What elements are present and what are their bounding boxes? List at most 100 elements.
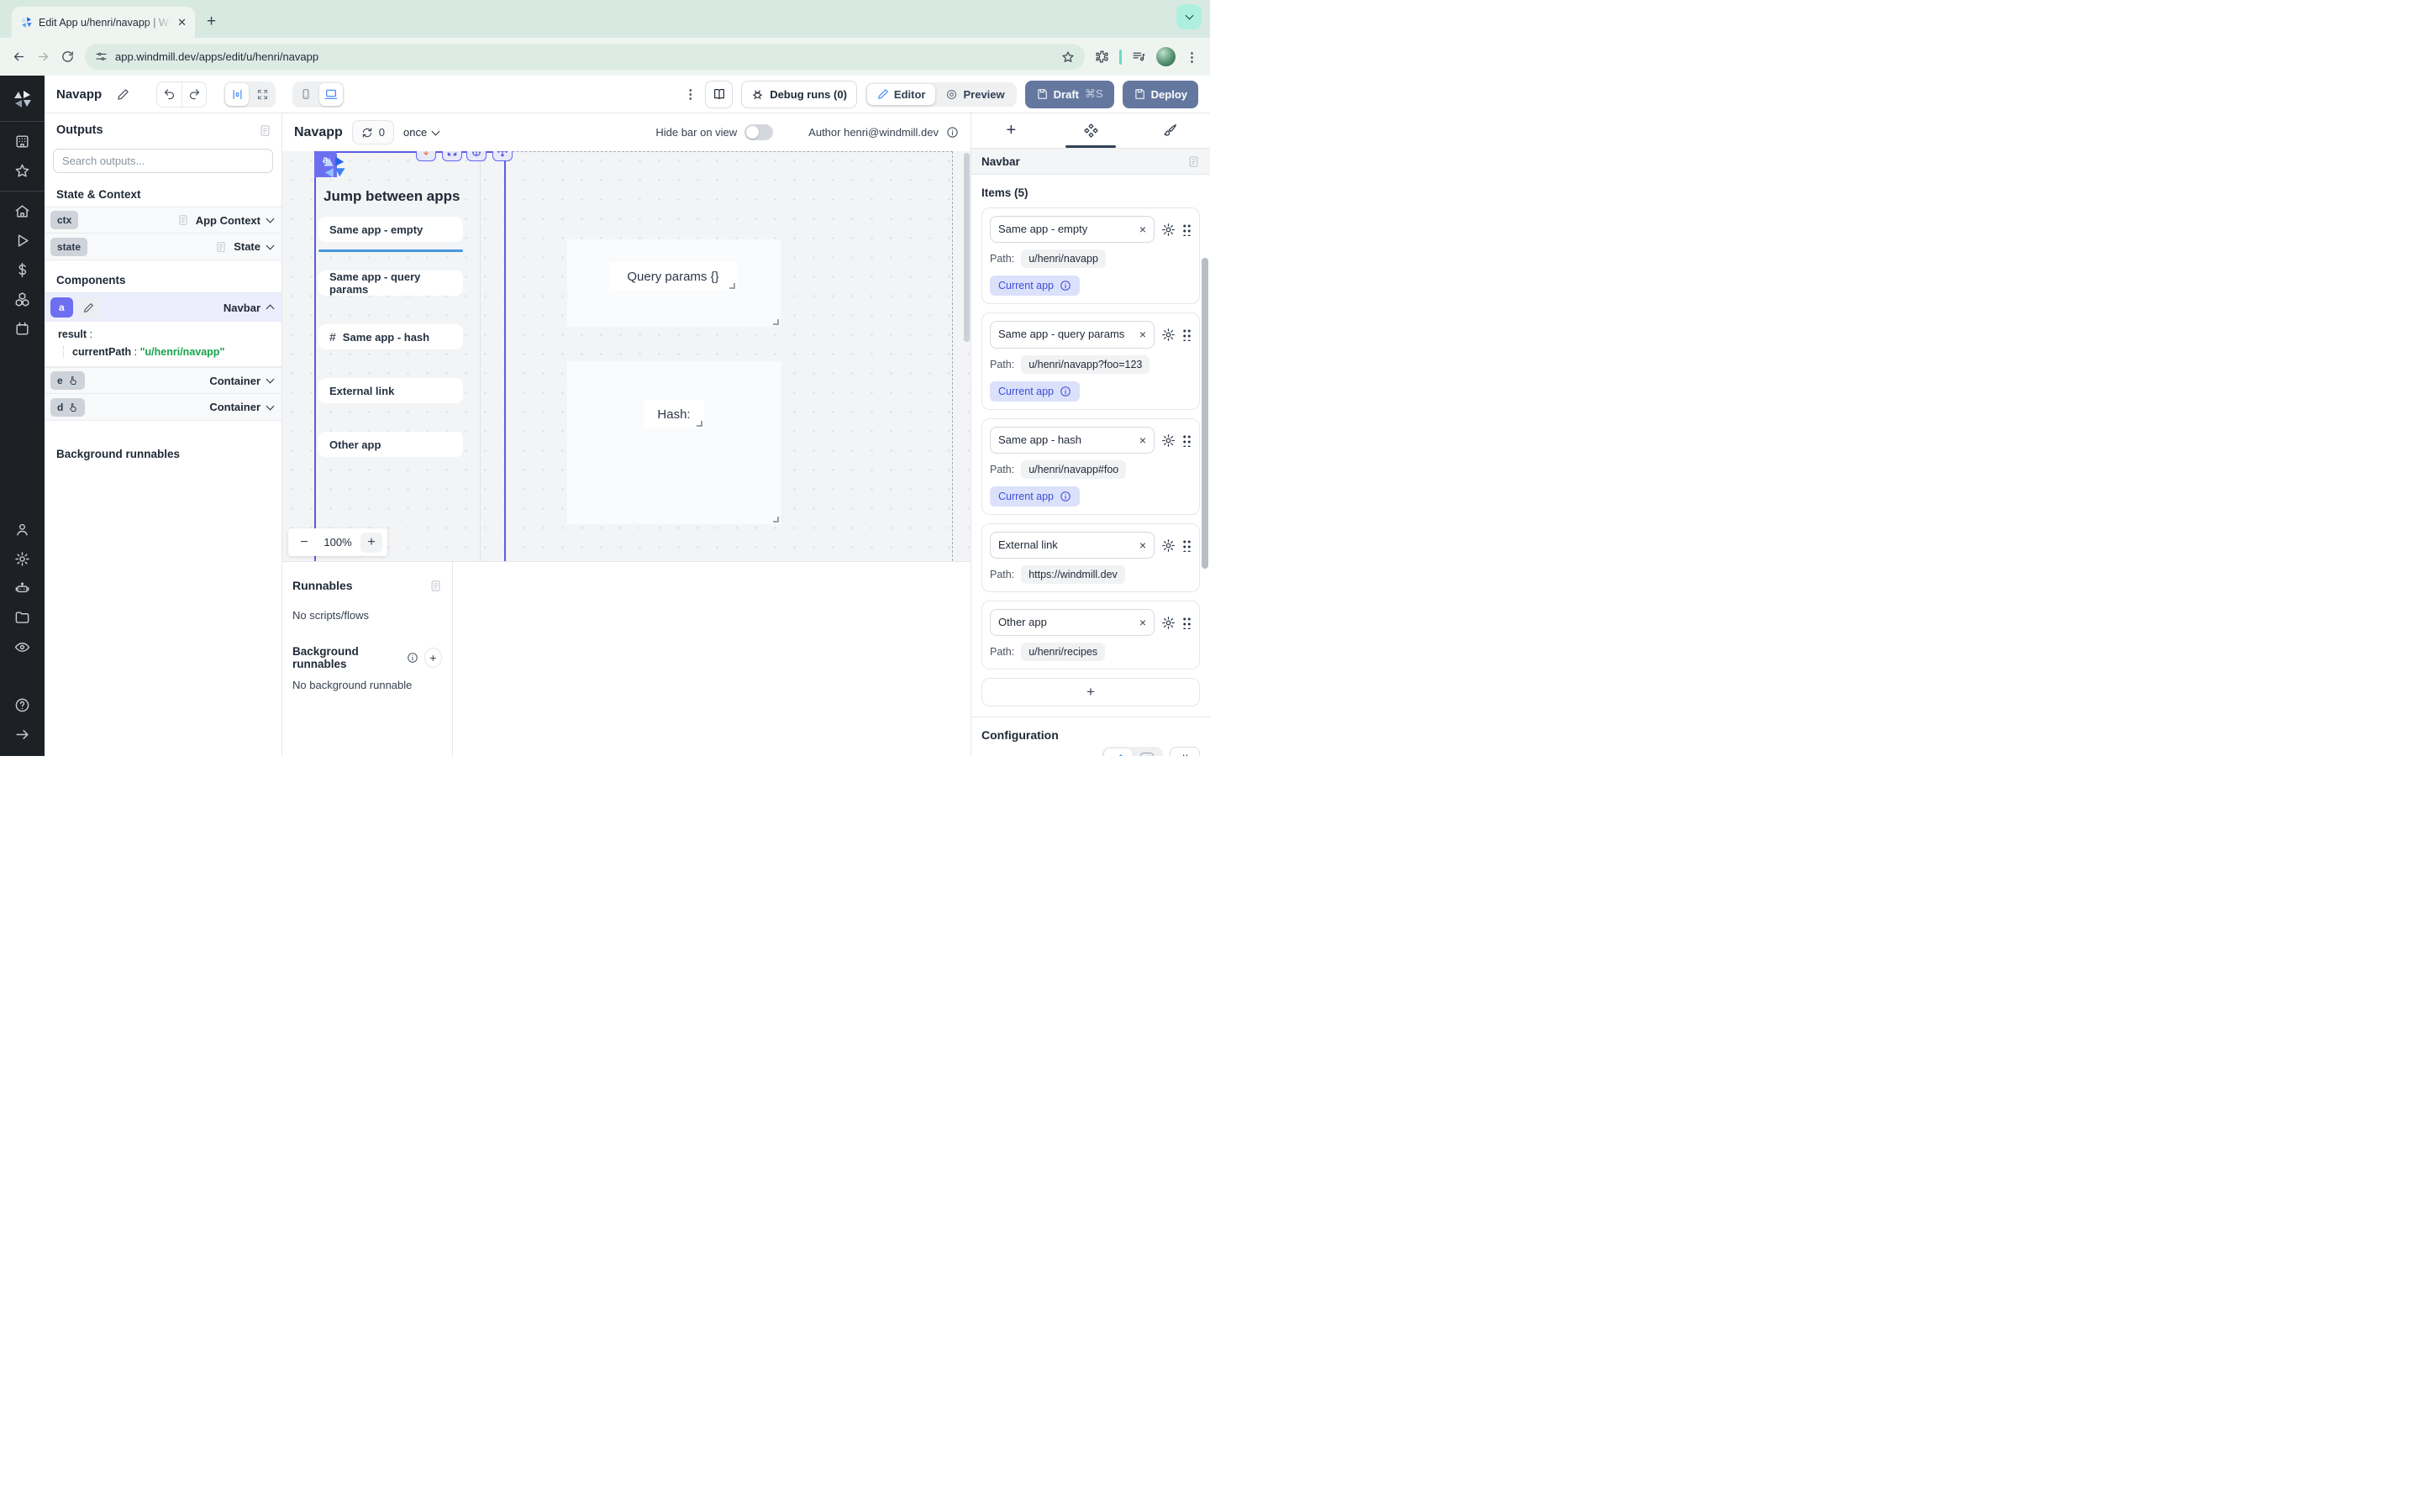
nav-item-external-link[interactable]: External link	[318, 378, 463, 403]
resize-handle[interactable]	[773, 517, 779, 522]
info-icon[interactable]	[1060, 280, 1071, 291]
desktop-view-button[interactable]	[319, 83, 343, 106]
nav-item-query-params[interactable]: Same app - query params	[318, 270, 463, 296]
close-tab-icon[interactable]: ✕	[177, 16, 187, 29]
workspace-icon[interactable]	[14, 134, 30, 150]
preview-tab[interactable]: Preview	[935, 84, 1014, 105]
item-label-input[interactable]: Other app×	[990, 609, 1155, 636]
fill-height-button[interactable]	[416, 151, 436, 161]
clear-icon[interactable]: ×	[1139, 328, 1146, 341]
clear-icon[interactable]: ×	[1139, 538, 1146, 552]
schedules-calendar-icon[interactable]	[14, 321, 30, 337]
info-icon[interactable]	[407, 652, 418, 664]
draft-button[interactable]: Draft⌘S	[1025, 81, 1114, 108]
info-icon[interactable]	[1060, 386, 1071, 397]
url-bar[interactable]: app.windmill.dev/apps/edit/u/henri/navap…	[85, 44, 1085, 70]
resize-handle[interactable]	[697, 421, 702, 427]
zoom-in-button[interactable]: +	[360, 533, 382, 553]
item-label-input[interactable]: Same app - hash×	[990, 427, 1155, 454]
component-d-row[interactable]: d Container	[45, 394, 281, 421]
profile-avatar[interactable]	[1156, 47, 1176, 66]
variables-dollar-icon[interactable]	[14, 262, 30, 278]
debug-runs-button[interactable]: Debug runs (0)	[741, 81, 857, 108]
edit-id-pencil-icon[interactable]	[78, 297, 100, 318]
resize-handle[interactable]	[729, 283, 735, 289]
search-outputs-input[interactable]: Search outputs...	[53, 149, 273, 173]
center-layout-button[interactable]	[225, 83, 249, 106]
state-row[interactable]: state State	[45, 234, 281, 260]
undo-button[interactable]	[157, 82, 182, 107]
hash-text[interactable]: Hash:	[644, 400, 704, 428]
nav-item-same-app-empty[interactable]: Same app - empty	[318, 217, 463, 242]
ctx-row[interactable]: ctx App Context	[45, 207, 281, 234]
more-menu-icon[interactable]: ⋮	[684, 87, 697, 102]
drag-handle[interactable]	[1182, 328, 1192, 341]
item-label-input[interactable]: External link×	[990, 532, 1155, 559]
audit-eye-icon[interactable]	[14, 639, 30, 655]
add-navbar-item-button[interactable]: +	[981, 678, 1200, 706]
browser-menu-icon[interactable]: ⋮	[1186, 50, 1198, 65]
extensions-puzzle-icon[interactable]	[1095, 50, 1109, 64]
site-settings-icon[interactable]	[95, 50, 108, 63]
expression-toggle[interactable]: f	[1133, 748, 1161, 756]
workers-robot-icon[interactable]	[14, 580, 30, 596]
add-background-runnable-button[interactable]: +	[424, 648, 442, 668]
schedule-select[interactable]: once	[403, 126, 439, 139]
new-tab-button[interactable]: +	[207, 13, 216, 31]
app-canvas[interactable]: a Jump between apps Same app - empty Sam…	[282, 151, 971, 561]
insert-component-tab[interactable]: +	[971, 113, 1051, 148]
move-component-button[interactable]	[492, 151, 513, 161]
tab-overview-button[interactable]	[1176, 4, 1202, 29]
help-icon[interactable]	[14, 697, 30, 713]
nav-item-hash[interactable]: #Same app - hash	[318, 324, 463, 349]
item-label-input[interactable]: Same app - empty×	[990, 216, 1155, 243]
fullwidth-layout-button[interactable]	[250, 83, 274, 106]
drag-handle[interactable]	[1182, 223, 1192, 236]
browser-tab[interactable]: Edit App u/henri/navapp | Win ✕	[12, 7, 195, 38]
deploy-button[interactable]: Deploy	[1123, 81, 1198, 108]
windmill-logo[interactable]	[13, 89, 33, 109]
item-settings-gear-icon[interactable]	[1161, 223, 1176, 237]
container-e[interactable]: Query params {}	[567, 239, 781, 327]
outputs-doc-icon[interactable]	[259, 124, 271, 137]
folders-icon[interactable]	[14, 610, 30, 626]
forward-icon[interactable]	[36, 50, 50, 64]
resize-handle[interactable]	[773, 319, 779, 325]
mobile-view-button[interactable]	[294, 83, 318, 106]
collapse-arrow-icon[interactable]	[14, 727, 30, 743]
clear-icon[interactable]: ×	[1139, 433, 1146, 447]
component-settings-tab[interactable]	[1051, 113, 1131, 148]
component-doc-icon[interactable]	[1187, 155, 1200, 168]
item-settings-gear-icon[interactable]	[1161, 616, 1176, 630]
item-label-input[interactable]: Same app - query params×	[990, 321, 1155, 348]
hide-bar-toggle[interactable]	[744, 124, 773, 140]
info-icon[interactable]	[946, 126, 959, 139]
info-icon[interactable]	[1060, 491, 1071, 502]
clear-icon[interactable]: ×	[1139, 616, 1146, 629]
styling-tab[interactable]	[1130, 113, 1210, 148]
item-settings-gear-icon[interactable]	[1161, 538, 1176, 553]
clear-icon[interactable]: ×	[1139, 223, 1146, 236]
back-icon[interactable]	[12, 50, 26, 64]
component-result-tree[interactable]: result : currentPath : "u/henri/navapp"	[45, 322, 281, 367]
refresh-runs-button[interactable]: 0	[352, 120, 394, 144]
nav-item-other-app[interactable]: Other app	[318, 432, 463, 457]
connect-plug-button[interactable]	[1170, 747, 1200, 756]
runnables-doc-icon[interactable]	[429, 580, 442, 592]
expand-component-button[interactable]	[442, 151, 462, 161]
users-person-icon[interactable]	[14, 522, 30, 538]
rename-pencil-icon[interactable]	[117, 88, 129, 101]
favorites-star-icon[interactable]	[14, 163, 30, 179]
docs-book-button[interactable]	[705, 81, 733, 108]
runs-play-icon[interactable]	[14, 233, 30, 249]
component-a-row[interactable]: a Navbar	[45, 292, 281, 322]
item-settings-gear-icon[interactable]	[1161, 433, 1176, 448]
drag-handle[interactable]	[1182, 433, 1192, 447]
editor-tab[interactable]: Editor	[867, 84, 936, 105]
reload-icon[interactable]	[60, 50, 75, 64]
canvas-scrollbar[interactable]	[964, 153, 970, 342]
zoom-out-button[interactable]: −	[293, 533, 315, 553]
drag-handle[interactable]	[1182, 616, 1192, 629]
anchor-component-button[interactable]	[466, 151, 487, 161]
media-controls-icon[interactable]	[1132, 50, 1146, 64]
